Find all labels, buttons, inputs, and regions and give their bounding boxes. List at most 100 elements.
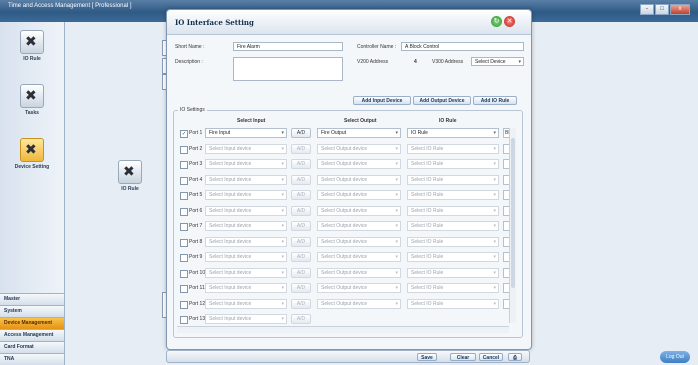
io-rule-select[interactable]: Select IO Rule <box>407 159 499 169</box>
output-device-select[interactable]: Select Output device <box>317 174 401 185</box>
table-row: Port 6Select Input device A/D Select Outpu… <box>177 205 515 218</box>
ad-button[interactable]: A/D <box>291 128 311 138</box>
ad-button[interactable]: A/D <box>291 252 311 262</box>
port-checkbox[interactable]: ✓ <box>180 130 188 138</box>
port-checkbox[interactable] <box>180 254 188 262</box>
io-rule-select[interactable]: Select IO Rule <box>407 252 499 262</box>
port-checkbox[interactable] <box>180 161 188 169</box>
ad-button[interactable]: A/D <box>291 205 311 216</box>
io-rule-shortcut[interactable]: IO Rule <box>100 160 160 192</box>
io-rule-select[interactable]: Select IO Rule <box>407 267 499 278</box>
port-checkbox[interactable] <box>180 269 188 278</box>
minimize-button[interactable]: - <box>640 4 654 15</box>
port-checkbox[interactable] <box>180 223 188 231</box>
port-checkbox[interactable] <box>180 300 188 309</box>
output-device-select[interactable]: Select Output device <box>317 159 401 169</box>
vertical-scrollbar[interactable] <box>509 128 516 323</box>
ad-button[interactable]: A/D <box>291 267 311 278</box>
input-device-select[interactable]: Select Input device <box>205 159 287 169</box>
tool-icon <box>20 30 44 54</box>
tab-access-management[interactable]: Access Management <box>0 329 64 341</box>
io-rule-select[interactable]: Select IO Rule <box>407 143 499 154</box>
port-checkbox[interactable] <box>180 176 188 185</box>
input-device-select[interactable]: Select Input device <box>205 267 287 278</box>
ad-button[interactable]: A/D <box>291 236 311 247</box>
ad-button[interactable]: A/D <box>291 143 311 154</box>
input-device-select[interactable]: Select Input device <box>205 314 287 324</box>
save-button[interactable]: Save <box>417 353 437 361</box>
port-checkbox[interactable] <box>180 316 188 324</box>
output-device-select[interactable]: Select Output device <box>317 298 401 309</box>
tab-tna[interactable]: TNA <box>0 353 64 365</box>
cancel-button[interactable]: Cancel <box>479 353 503 361</box>
tab-device-management[interactable]: Device Management <box>0 317 64 329</box>
input-device-select[interactable]: Fire Input <box>205 128 287 138</box>
v200-address-value: 4 <box>414 59 417 65</box>
ad-button[interactable]: A/D <box>291 159 311 169</box>
input-device-select[interactable]: Select Input device <box>205 190 287 200</box>
logout-button[interactable]: Log Out <box>660 351 690 363</box>
port-checkbox[interactable] <box>180 192 188 200</box>
output-device-select[interactable]: Select Output device <box>317 221 401 231</box>
output-device-select[interactable]: Select Output device <box>317 267 401 278</box>
input-device-select[interactable]: Select Input device <box>205 298 287 309</box>
io-rule-select[interactable]: Select IO Rule <box>407 236 499 247</box>
output-device-select[interactable]: Select Output device <box>317 190 401 200</box>
input-device-select[interactable]: Select Input device <box>205 236 287 247</box>
output-device-select[interactable]: Select Output device <box>317 236 401 247</box>
ad-button[interactable]: A/D <box>291 314 311 324</box>
table-row: ✓Port 1Fire InputA/DFire OutputIO RuleBl… <box>177 128 515 140</box>
add-output-device-button[interactable]: Add Output Device <box>413 96 471 105</box>
input-device-select[interactable]: Select Input device <box>205 283 287 293</box>
output-device-select[interactable]: Select Output device <box>317 205 401 216</box>
add-io-rule-button[interactable]: Add IO Rule <box>473 96 517 105</box>
io-rule-select[interactable]: Select IO Rule <box>407 205 499 216</box>
description-input[interactable] <box>233 57 343 81</box>
close-icon[interactable]: ✕ <box>504 16 515 27</box>
sidebar-item-tasks[interactable]: Tasks <box>0 84 64 116</box>
ad-button[interactable]: A/D <box>291 283 311 293</box>
short-name-input[interactable]: Fire Alarm <box>233 42 343 51</box>
ad-button[interactable]: A/D <box>291 221 311 231</box>
input-device-select[interactable]: Select Input device <box>205 174 287 185</box>
add-input-device-button[interactable]: Add Input Device <box>353 96 411 105</box>
output-device-select[interactable]: Select Output device <box>317 252 401 262</box>
input-device-select[interactable]: Select Input device <box>205 252 287 262</box>
tab-card-format[interactable]: Card Format <box>0 341 64 353</box>
io-rule-select[interactable]: IO Rule <box>407 128 499 138</box>
port-label: Port 3 <box>189 161 203 167</box>
v300-address-select[interactable]: Select Device <box>471 57 524 67</box>
io-rule-select[interactable]: Select IO Rule <box>407 174 499 185</box>
io-rule-select[interactable]: Select IO Rule <box>407 298 499 309</box>
input-device-select[interactable]: Select Input device <box>205 221 287 231</box>
ad-button[interactable]: A/D <box>291 190 311 200</box>
ad-button[interactable]: A/D <box>291 298 311 309</box>
controller-name-input[interactable]: A Block Control <box>401 42 524 51</box>
port-label: Port 13 <box>189 316 206 322</box>
port-checkbox[interactable] <box>180 145 188 154</box>
close-window-button[interactable]: x <box>670 4 690 15</box>
clear-button[interactable]: Clear <box>450 353 476 361</box>
output-device-select[interactable]: Select Output device <box>317 143 401 154</box>
ad-button[interactable]: A/D <box>291 174 311 185</box>
output-device-select[interactable]: Select Output device <box>317 283 401 293</box>
port-checkbox[interactable] <box>180 207 188 216</box>
refresh-icon[interactable]: ↻ <box>491 16 502 27</box>
io-rule-select[interactable]: Select IO Rule <box>407 221 499 231</box>
input-device-select[interactable]: Select Input device <box>205 143 287 154</box>
v200-address-label: V200 Address <box>357 59 389 65</box>
tab-system[interactable]: System <box>0 305 64 317</box>
port-checkbox[interactable] <box>180 238 188 247</box>
output-device-select[interactable]: Fire Output <box>317 128 401 138</box>
sidebar-item-label: Tasks <box>25 110 39 116</box>
port-checkbox[interactable] <box>180 285 188 293</box>
sidebar-item-io-rule[interactable]: IO Rule <box>0 30 64 62</box>
horizontal-scrollbar[interactable] <box>177 326 509 333</box>
sidebar-item-device-setting[interactable]: Device Setting <box>0 138 64 170</box>
maximize-button[interactable]: □ <box>655 4 669 15</box>
print-icon[interactable]: ⎙ <box>508 353 522 361</box>
input-device-select[interactable]: Select Input device <box>205 205 287 216</box>
tab-master[interactable]: Master <box>0 293 64 305</box>
io-rule-select[interactable]: Select IO Rule <box>407 283 499 293</box>
io-rule-select[interactable]: Select IO Rule <box>407 190 499 200</box>
